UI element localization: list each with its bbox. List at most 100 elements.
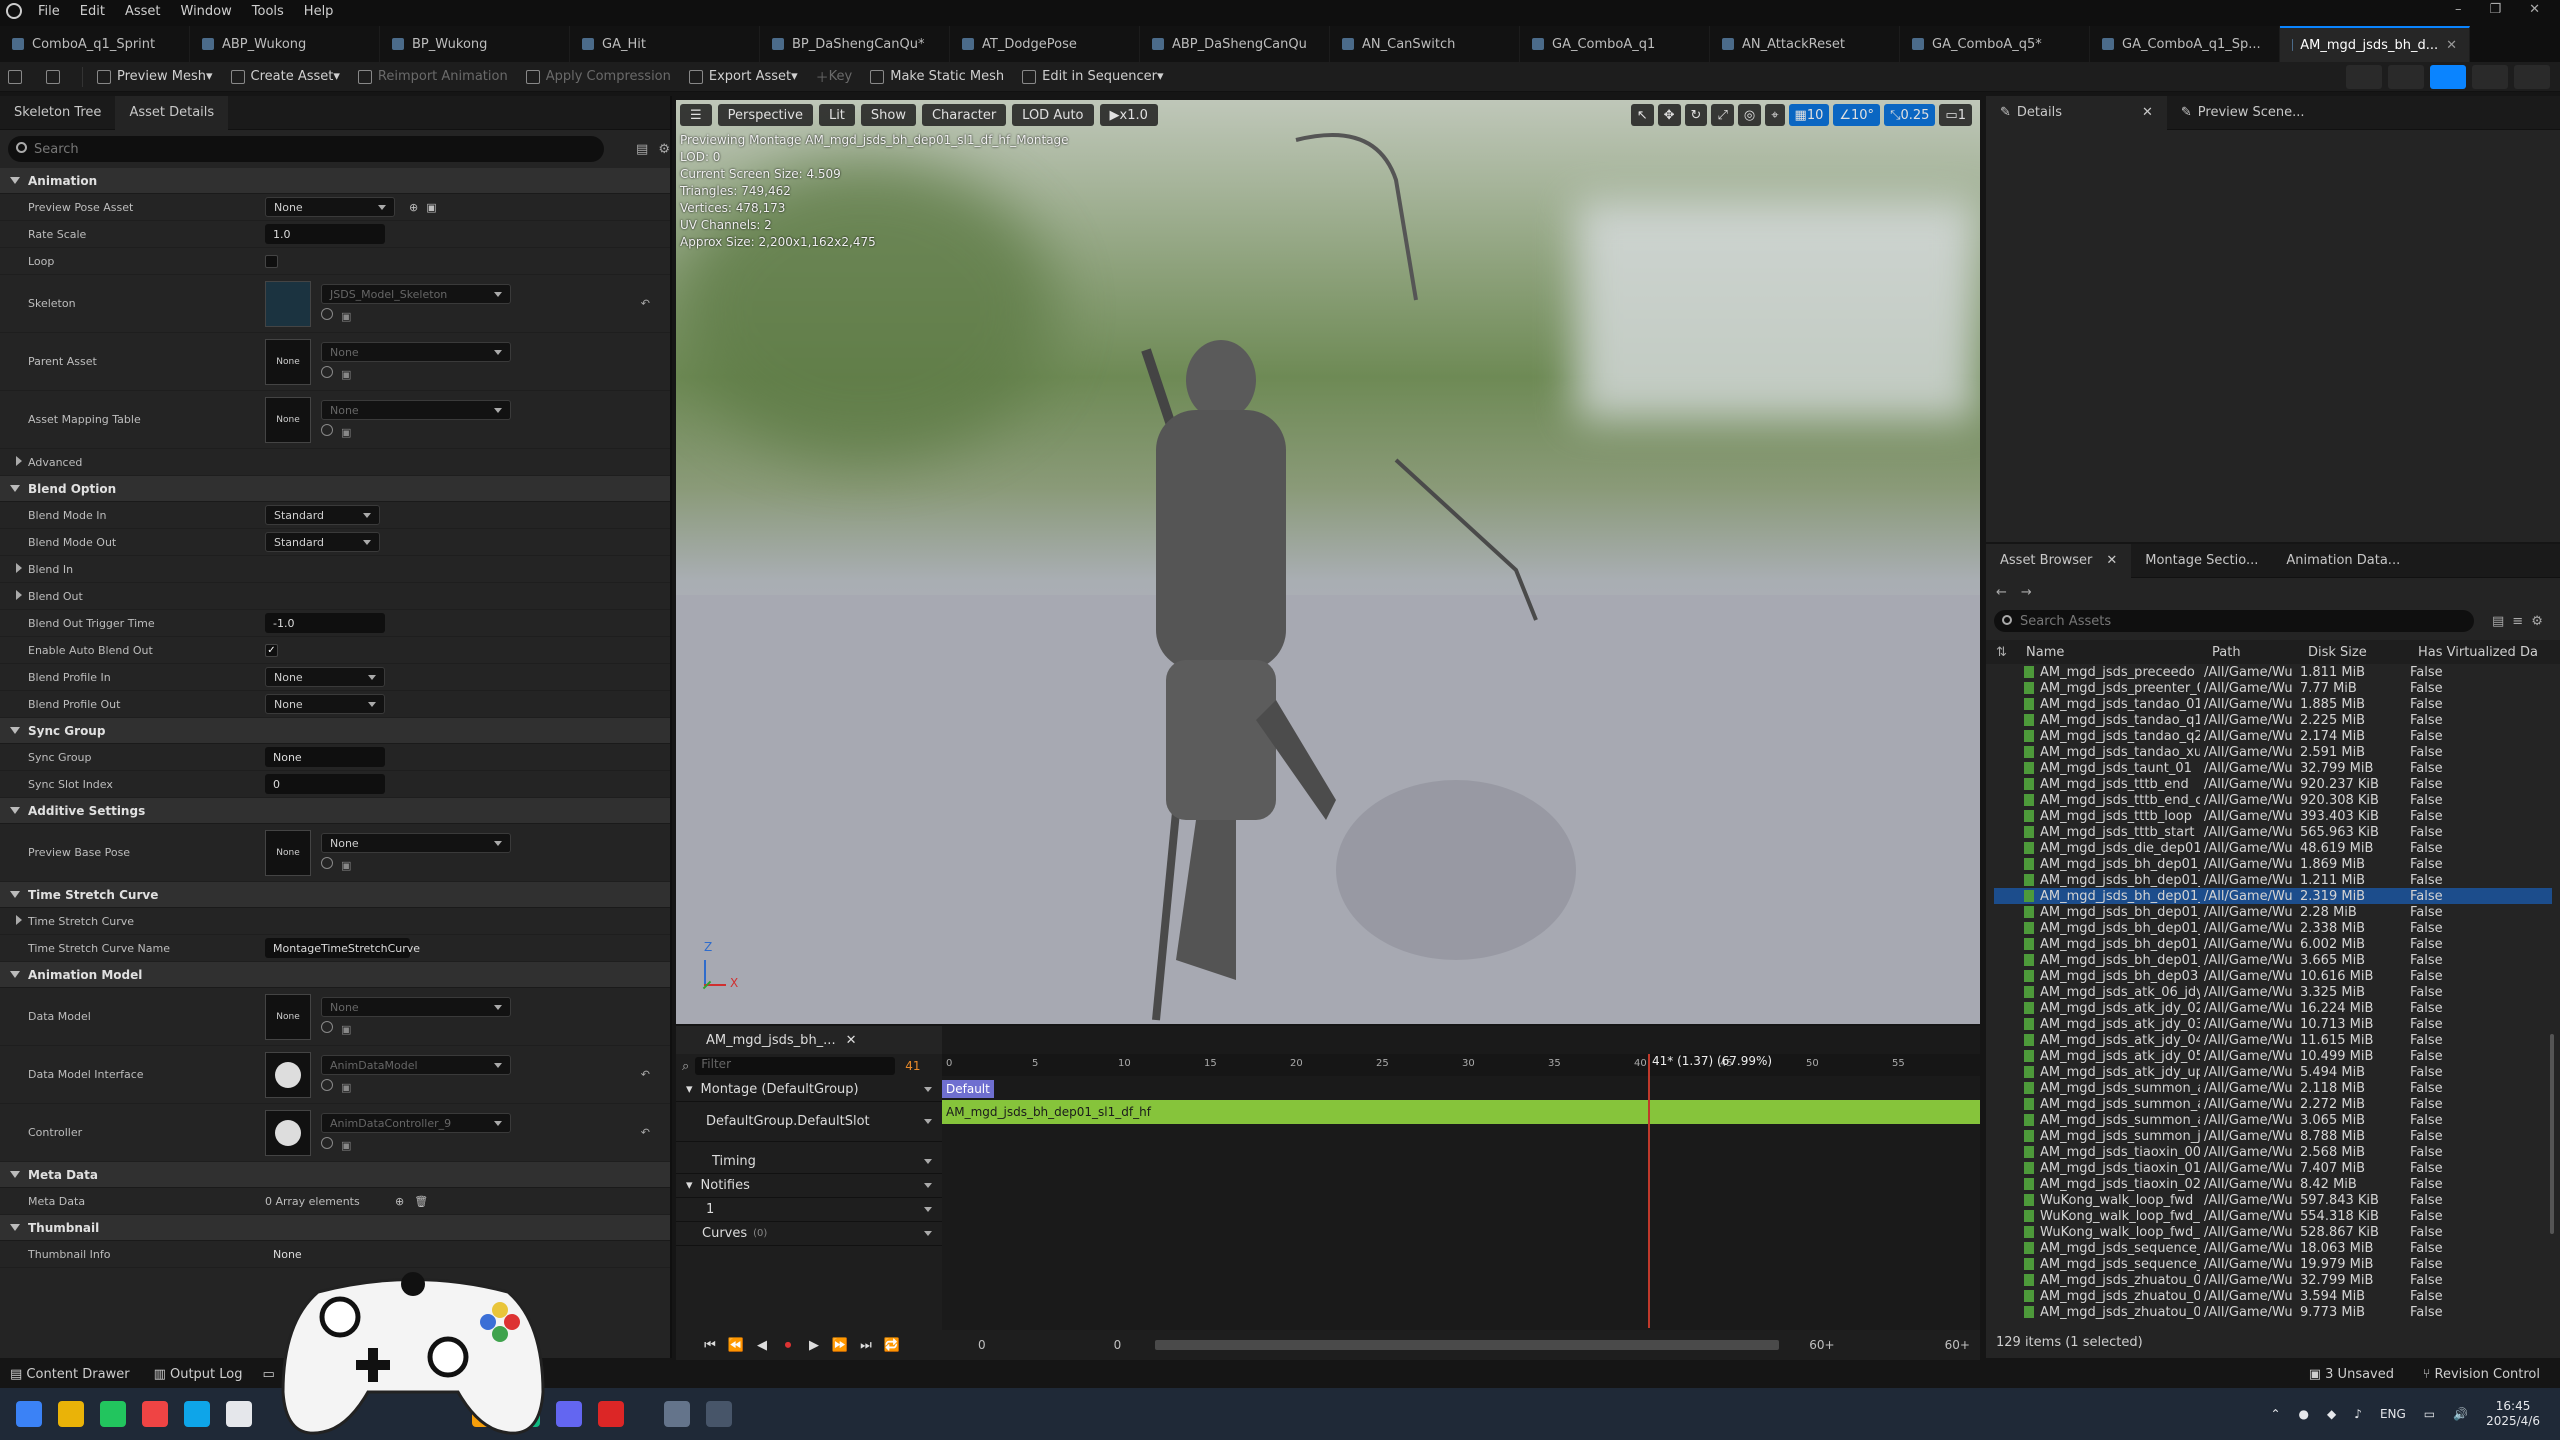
- asset-row[interactable]: AM_mgd_jsds_atk_jdy_02/All/Game/Wu 16.224…: [1994, 1000, 2552, 1016]
- section-blend-option[interactable]: Blend Option: [0, 476, 670, 502]
- browse-button[interactable]: [38, 65, 74, 89]
- surface-snap-icon[interactable]: ⌖: [1765, 104, 1785, 126]
- asset-row[interactable]: AM_mgd_jsds_atk_jdy_05/All/Game/Wu 10.499…: [1994, 1048, 2552, 1064]
- asset-row[interactable]: AM_mgd_jsds_atk_jdy_03/All/Game/Wu 10.713…: [1994, 1016, 2552, 1032]
- step-back-icon[interactable]: ⏪: [726, 1335, 746, 1355]
- unreal-logo-icon[interactable]: [0, 0, 28, 22]
- asset-row[interactable]: AM_mgd_jsds_summon_jx/All/Game/Wu 8.788 M…: [1994, 1128, 2552, 1144]
- tab-asset-details[interactable]: Asset Details: [115, 95, 229, 130]
- make-static-mesh-button[interactable]: Make Static Mesh: [862, 65, 1012, 89]
- asset-row[interactable]: AM_mgd_jsds_taunt_01/All/Game/Wu 32.799 M…: [1994, 760, 2552, 776]
- add-element-icon[interactable]: ⊕: [395, 1195, 404, 1208]
- blueprint-mode-button[interactable]: [2472, 65, 2508, 89]
- section-animation[interactable]: Animation: [0, 168, 670, 194]
- asset-row[interactable]: AM_mgd_jsds_bh_dep01_s/All/Game/Wu 1.211 …: [1994, 872, 2552, 888]
- menu-window[interactable]: Window: [171, 4, 242, 19]
- mesh-mode-button[interactable]: [2388, 65, 2424, 89]
- blend-out-expander[interactable]: Blend Out: [0, 589, 265, 603]
- enable-auto-blend-checkbox[interactable]: ✓: [265, 643, 278, 657]
- rate-scale-field[interactable]: 1.0: [265, 224, 385, 244]
- browse-icon[interactable]: ⊕: [409, 201, 418, 214]
- asset-row[interactable]: AM_mgd_jsds_atk_jdy_04/All/Game/Wu 11.615…: [1994, 1032, 2552, 1048]
- revision-control-button[interactable]: ⑂ Revision Control: [2423, 1367, 2540, 1382]
- chrome-icon[interactable]: [142, 1401, 168, 1427]
- tab-abp-wukong[interactable]: ABP_Wukong: [190, 26, 380, 62]
- menu-help[interactable]: Help: [294, 4, 344, 19]
- clock[interactable]: 16:45 2025/4/6: [2486, 1399, 2540, 1429]
- tab-preview-scene[interactable]: ✎ Preview Scene...: [2167, 96, 2319, 130]
- tab-asset-browser[interactable]: Asset Browser ✕: [1986, 543, 2132, 578]
- tab-montage-sections[interactable]: Montage Sectio...: [2131, 544, 2272, 578]
- skip-to-end-icon[interactable]: ⏭: [856, 1335, 876, 1355]
- asset-row[interactable]: AM_mgd_jsds_bh_dep03/All/Game/Wu 10.616 M…: [1994, 968, 2552, 984]
- delete-icon[interactable]: 🗑: [414, 1195, 428, 1208]
- show-button[interactable]: Show: [860, 104, 916, 126]
- asset-row[interactable]: AM_mgd_jsds_sequence_y/All/Game/Wu 18.063…: [1994, 1240, 2552, 1256]
- tray-volume-icon[interactable]: 🔊: [2453, 1407, 2468, 1421]
- viewport-menu-button[interactable]: ☰: [680, 104, 712, 126]
- column-virtualized[interactable]: Has Virtualized Da: [2418, 645, 2538, 660]
- blend-out-trigger-field[interactable]: -1.0: [265, 613, 385, 633]
- key-button[interactable]: ＋ Key: [808, 65, 861, 89]
- filter-icon[interactable]: ≡: [2512, 614, 2523, 629]
- timeline-tab[interactable]: AM_mgd_jsds_bh_... ✕: [676, 1026, 942, 1054]
- asset-row[interactable]: AM_mgd_jsds_bh_dep01_s/All/Game/Wu 3.665 …: [1994, 952, 2552, 968]
- tab-bp-wukong[interactable]: BP_Wukong: [380, 26, 570, 62]
- asset-row[interactable]: AM_mgd_jsds_tandao_q2/All/Game/Wu 2.174 M…: [1994, 728, 2552, 744]
- tray-wechat-icon[interactable]: ●: [2299, 1407, 2309, 1421]
- tray-shield-icon[interactable]: ◆: [2327, 1407, 2336, 1421]
- asset-row[interactable]: AM_mgd_jsds_bh_dep01_s/All/Game/Wu 6.002 …: [1994, 936, 2552, 952]
- camera-speed-button[interactable]: ▭ 1: [1939, 104, 1972, 126]
- section-additive-settings[interactable]: Additive Settings: [0, 798, 670, 824]
- asset-row[interactable]: AM_mgd_jsds_summon_at/All/Game/Wu 2.272 M…: [1994, 1096, 2552, 1112]
- tab-details[interactable]: ✎ Details ✕: [1986, 95, 2167, 130]
- reimport-button[interactable]: Reimport Animation: [350, 65, 516, 89]
- export-asset-button[interactable]: Export Asset ▾: [681, 65, 806, 89]
- controller-dropdown[interactable]: AnimDataController_9: [321, 1113, 511, 1133]
- menu-asset[interactable]: Asset: [115, 4, 171, 19]
- output-log-button[interactable]: ▥ Output Log: [154, 1367, 243, 1382]
- start-button-icon[interactable]: [16, 1401, 42, 1427]
- section-animation-model[interactable]: Animation Model: [0, 962, 670, 988]
- settings-icon[interactable]: ⚙: [658, 142, 670, 157]
- asset-row[interactable]: WuKong_walk_loop_fwd_R/All/Game/Wu 528.86…: [1994, 1224, 2552, 1240]
- asset-mapping-dropdown[interactable]: None: [321, 400, 511, 420]
- details-search-input[interactable]: Search: [8, 136, 605, 162]
- asset-search-input[interactable]: Search Assets: [1994, 610, 2474, 632]
- tab-skeleton-tree[interactable]: Skeleton Tree: [0, 96, 115, 130]
- asset-list-scrollbar[interactable]: [2550, 1034, 2554, 1234]
- blend-mode-in-dropdown[interactable]: Standard: [265, 505, 380, 525]
- move-tool-icon[interactable]: ✥: [1657, 104, 1681, 126]
- timeline-filter-input[interactable]: Filter: [695, 1057, 896, 1075]
- view-options-icon[interactable]: ▤: [636, 142, 648, 157]
- browse-folder-icon[interactable]: ▣: [341, 310, 351, 323]
- asset-row[interactable]: AM_mgd_jsds_atk_06_jdy/All/Game/Wu 3.325 …: [1994, 984, 2552, 1000]
- asset-row[interactable]: AM_mgd_jsds_tttb_end_co/All/Game/Wu 920.3…: [1994, 792, 2552, 808]
- asset-row[interactable]: AM_mgd_jsds_tandao_xuli/All/Game/Wu 2.591…: [1994, 744, 2552, 760]
- close-tab-icon[interactable]: ✕: [2446, 38, 2457, 53]
- lit-button[interactable]: Lit: [818, 104, 855, 126]
- menu-tools[interactable]: Tools: [242, 4, 294, 19]
- folder-icon[interactable]: ▣: [426, 201, 436, 214]
- range-end[interactable]: 60+: [1809, 1338, 1834, 1352]
- asset-row[interactable]: AM_mgd_jsds_sequence_y/All/Game/Wu 19.979…: [1994, 1256, 2552, 1272]
- tab-animation-data[interactable]: Animation Data...: [2272, 544, 2414, 578]
- tab-ga-comboa-q1-sp[interactable]: GA_ComboA_q1_Sp...: [2090, 26, 2280, 62]
- asset-row[interactable]: AM_mgd_jsds_tandao_01/All/Game/Wu 1.885 M…: [1994, 696, 2552, 712]
- asset-row[interactable]: AM_mgd_jsds_zhuatou_01/All/Game/Wu 32.799…: [1994, 1272, 2552, 1288]
- use-selected-icon[interactable]: [321, 308, 333, 320]
- preview-base-pose-dropdown[interactable]: None: [321, 833, 511, 853]
- column-name[interactable]: Name: [2026, 645, 2212, 660]
- notifies-row[interactable]: ▾ Notifies: [676, 1174, 942, 1198]
- reset-icon[interactable]: ↶: [641, 297, 650, 310]
- section-meta-data[interactable]: Meta Data: [0, 1162, 670, 1188]
- browse-folder-icon[interactable]: ▣: [341, 1081, 351, 1094]
- skeleton-dropdown[interactable]: JSDS_Model_Skeleton: [321, 284, 511, 304]
- skeleton-mode-button[interactable]: [2346, 65, 2382, 89]
- unreal-editor-icon[interactable]: [664, 1401, 690, 1427]
- scale-tool-icon[interactable]: ⤢: [1711, 104, 1734, 126]
- settings-app-icon[interactable]: [706, 1401, 732, 1427]
- asset-row[interactable]: AM_mgd_jsds_zhuatou_01/All/Game/Wu 3.594 …: [1994, 1288, 2552, 1304]
- column-disk-size[interactable]: Disk Size: [2308, 645, 2418, 660]
- browse-folder-icon[interactable]: ▣: [341, 859, 351, 872]
